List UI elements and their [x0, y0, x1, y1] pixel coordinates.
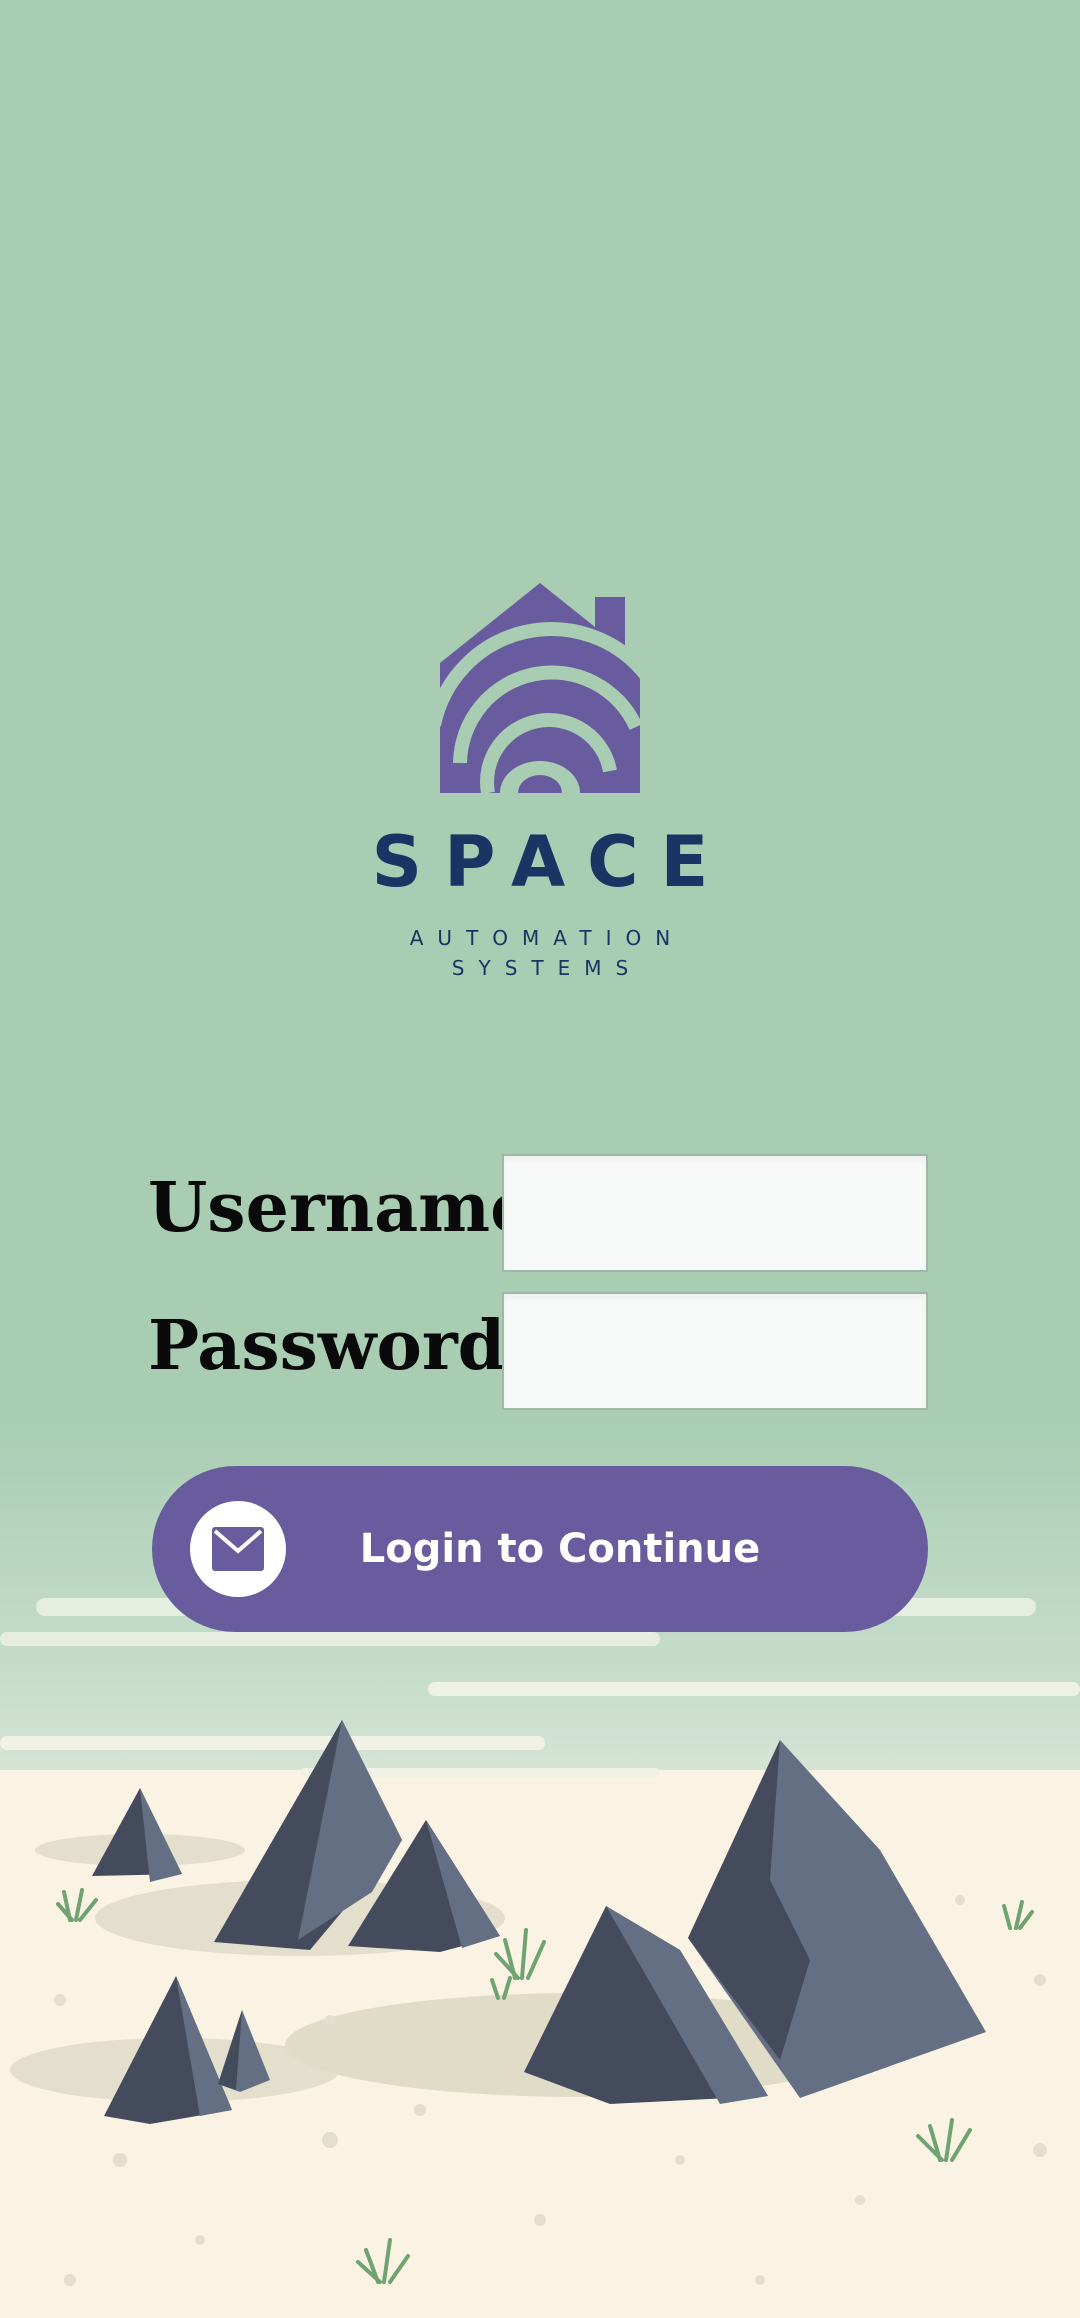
- brand-tagline-line2: SYSTEMS: [451, 956, 643, 980]
- username-label: Username: [148, 1168, 534, 1248]
- brand-logo: SPACE AUTOMATION SYSTEMS: [0, 575, 1080, 983]
- login-button[interactable]: Login to Continue: [152, 1466, 928, 1632]
- password-row: Password: [0, 1292, 1080, 1412]
- password-input[interactable]: [502, 1292, 928, 1410]
- login-button-label: Login to Continue: [359, 1526, 761, 1572]
- username-row: Username: [0, 1154, 1080, 1274]
- password-label: Password: [148, 1306, 506, 1386]
- brand-name: SPACE: [371, 821, 731, 903]
- brand-tagline-line1: AUTOMATION: [409, 926, 685, 950]
- house-wifi-icon: [440, 583, 640, 793]
- username-input[interactable]: [502, 1154, 928, 1272]
